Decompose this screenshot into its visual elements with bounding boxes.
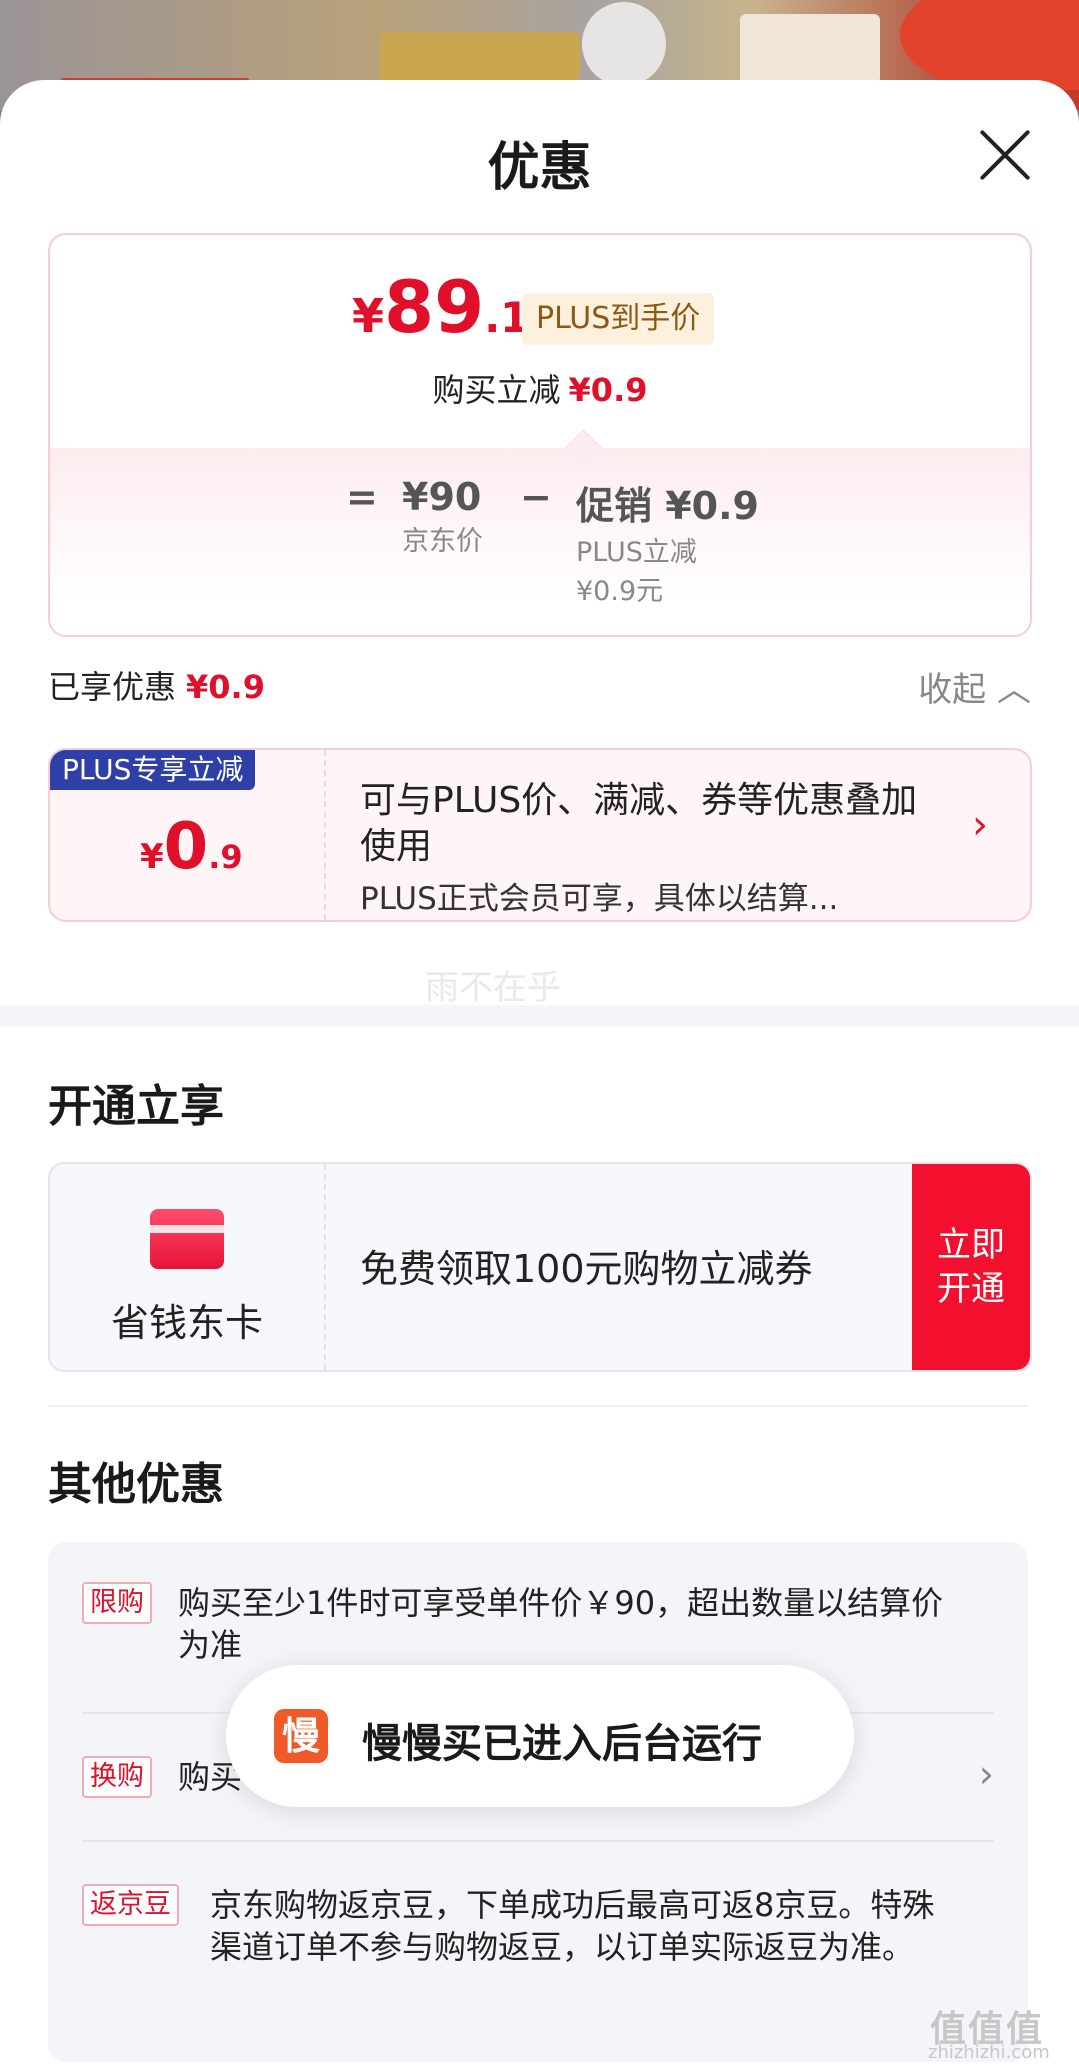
discount-bottom-sheet: 优惠 ¥89.1 PLUS到手价 购买立减 ¥0.9 = ¥90 京东价 − 促销… (0, 80, 1079, 2070)
enjoyed-label: 已享优惠 (48, 668, 177, 706)
offer-text: 购买至少1件时可享受单件价￥90，超出数量以结算价为准 (178, 1584, 944, 1664)
official-authorization-badge (582, 2, 666, 86)
formula-equals: = (346, 475, 378, 519)
price-currency: ¥ (352, 289, 385, 343)
jd-price-block: ¥90 京东价 (402, 475, 483, 558)
close-icon[interactable] (975, 125, 1035, 185)
app-logo-icon: 慢 (274, 1709, 328, 1763)
reduce-label: 购买立减 (432, 371, 561, 409)
watermark: 雨不在乎 (425, 968, 561, 1008)
collapse-button[interactable]: 收起 ︿ (918, 662, 1031, 711)
plus-offer-description: 可与PLUS价、满减、券等优惠叠加使用 (360, 780, 918, 867)
plus-offer-amount: ¥0.9 (140, 810, 243, 884)
sheet-title: 优惠 (487, 138, 592, 198)
membership-card-offer: 省钱东卡 免费领取100元购物立减券 立即 开通 (48, 1162, 1032, 1372)
open-section-title: 开通立享 (48, 1081, 224, 1132)
site-watermark-url: zhizhizhi.com (928, 2042, 1050, 2063)
jd-price-value: ¥90 (402, 475, 482, 519)
chevron-right-icon[interactable]: › (979, 1752, 994, 1796)
final-price: ¥89.1 (352, 265, 529, 349)
plus-offer-card[interactable]: PLUS专享立减 ¥0.9 可与PLUS价、满减、券等优惠叠加使用 PLUS正式… (48, 748, 1032, 922)
offer-tag: 限购 (82, 1582, 152, 1624)
enjoyed-discount: 已享优惠 ¥0.9 (48, 662, 265, 708)
jd-price-label: 京东价 (402, 526, 483, 557)
coupon-text: 免费领取100元购物立减券 (360, 1247, 813, 1291)
plus-amount-integer: 0 (163, 810, 209, 884)
price-summary-card: ¥89.1 PLUS到手价 购买立减 ¥0.9 = ¥90 京东价 − 促销 ¥0… (48, 233, 1032, 637)
plus-offer-subtext: PLUS正式会员可享，具体以结算... (360, 881, 839, 917)
promo-label: PLUS立减 (576, 537, 697, 568)
product-box-image (380, 32, 580, 80)
open-now-label: 立即 开通 (937, 1225, 1005, 1309)
offer-tag: 换购 (82, 1756, 152, 1798)
card-name: 省钱东卡 (110, 1301, 263, 1345)
row-divider (82, 1840, 994, 1842)
gift-card-image (740, 14, 880, 84)
other-section-title: 其他优惠 (48, 1459, 224, 1510)
list-item: 限购 购买至少1件时可享受单件价￥90，超出数量以结算价为准 (82, 1582, 994, 1664)
purchase-reduce-line: 购买立减 ¥0.9 (50, 365, 1030, 411)
plus-amount-currency: ¥ (140, 837, 164, 877)
enjoyed-value: ¥0.9 (186, 668, 265, 706)
section-divider (0, 1005, 1079, 1027)
promo-value: 促销 ¥0.9 (576, 484, 759, 528)
offer-text: 京东购物返京豆，下单成功后最高可返8京豆。特殊渠道订单不参与购物返豆，以订单实际… (210, 1886, 935, 1966)
price-integer: 89 (384, 265, 485, 349)
subsidy-badge (900, 0, 1079, 90)
formula-minus: − (520, 475, 552, 519)
promo-sub: ¥0.9元 (576, 576, 664, 607)
card-left-panel: 省钱东卡 (50, 1164, 326, 1370)
list-item: 返京豆 京东购物返京豆，下单成功后最高可返8京豆。特殊渠道订单不参与购物返豆，以… (82, 1884, 994, 2014)
plus-price-tag: PLUS到手价 (522, 293, 715, 345)
reduce-value: ¥0.9 (568, 371, 648, 409)
offer-tag: 返京豆 (82, 1884, 179, 1926)
background-running-toast: 慢 慢慢买已进入后台运行 (226, 1665, 854, 1807)
open-now-button[interactable]: 立即 开通 (912, 1164, 1030, 1370)
plus-offer-flag: PLUS专享立减 (50, 750, 256, 790)
chevron-right-icon[interactable]: › (972, 802, 988, 848)
section-separator (48, 1405, 1028, 1407)
plus-amount-decimal: .9 (208, 838, 243, 876)
toast-message: 慢慢买已进入后台运行 (362, 1721, 762, 1767)
promo-block: 促销 ¥0.9 PLUS立减 ¥0.9元 (576, 475, 759, 608)
card-icon (150, 1209, 224, 1269)
